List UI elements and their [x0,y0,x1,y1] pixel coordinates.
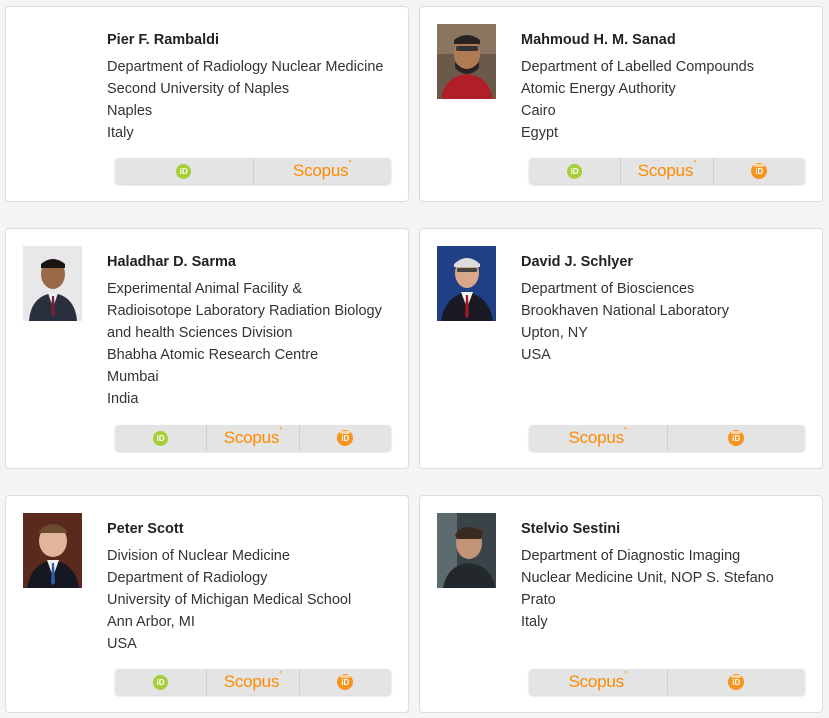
affiliation-line: Brookhaven National Laboratory [521,303,729,319]
avatar [437,513,496,588]
person-info: Mahmoud H. M. Sanad Department of Labell… [521,29,814,144]
affiliation-line: Mumbai [107,369,159,385]
publons-icon: iD [728,674,745,690]
profile-links-bar: iD Scopus° [115,158,391,184]
scopus-logo-icon: Scopus° [223,670,283,691]
avatar [23,513,82,588]
affiliation-line: Italy [107,125,134,141]
scopus-link[interactable]: Scopus° [529,669,668,695]
scopus-logo-icon: Scopus° [223,426,283,447]
affiliation-line: Experimental Animal Facility & [107,281,303,297]
person-info: Haladhar D. Sarma Experimental Animal Fa… [107,251,400,410]
profile-links-bar: iD Scopus° iD [115,425,391,451]
person-name: Pier F. Rambaldi [107,32,220,48]
orcid-link[interactable]: iD [115,425,208,451]
person-info: Pier F. Rambaldi Department of Radiology… [107,29,400,144]
publons-icon: iD [337,430,354,446]
person-card: Peter Scott Division of Nuclear Medicine… [5,495,409,713]
scopus-logo-icon: Scopus° [568,426,627,447]
avatar [23,246,82,321]
orcid-icon: iD [567,163,583,179]
person-name: David J. Schlyer [521,254,634,270]
publons-icon: iD [751,163,768,179]
profile-links-bar: Scopus° iD [529,425,805,451]
affiliation-line: Department of Labelled Compounds [521,59,754,75]
orcid-link[interactable]: iD [529,158,622,184]
avatar [437,24,496,99]
affiliation-line: Division of Nuclear Medicine [107,548,290,564]
publons-link[interactable]: iD [300,669,391,695]
person-card: Stelvio Sestini Department of Diagnostic… [419,495,823,713]
publons-icon: iD [728,430,745,446]
affiliation-line: Ann Arbor, MI [107,614,195,630]
affiliation-line: Department of Radiology [107,570,268,586]
scopus-link[interactable]: Scopus° [529,425,668,451]
affiliation-line: Egypt [521,125,559,141]
orcid-link[interactable]: iD [115,669,208,695]
affiliation-line: Naples [107,103,153,119]
affiliation-line: Upton, NY [521,325,588,341]
profile-links-bar: Scopus° iD [529,669,805,695]
affiliation-line: USA [521,347,551,363]
person-name: Mahmoud H. M. Sanad [521,32,676,48]
publons-icon: iD [337,674,354,690]
affiliation-line: USA [107,636,137,652]
orcid-icon: iD [176,163,192,179]
affiliation-line: India [107,391,139,407]
publons-link[interactable]: iD [300,425,391,451]
affiliation-line: Cairo [521,103,556,119]
scopus-logo-icon: Scopus° [568,670,627,691]
affiliation-line: Atomic Energy Authority [521,81,676,97]
orcid-icon: iD [153,674,169,690]
affiliation-line: Department of Radiology Nuclear Medicine [107,59,384,75]
orcid-icon: iD [153,430,169,446]
affiliation-line: Italy [521,614,548,630]
scopus-link[interactable]: Scopus° [207,669,300,695]
orcid-link[interactable]: iD [115,158,254,184]
person-card: David J. Schlyer Department of Bioscienc… [419,228,823,469]
affiliation-line: Bhabha Atomic Research Centre [107,347,319,363]
scopus-link[interactable]: Scopus° [621,158,714,184]
affiliation-line: Prato [521,592,556,608]
avatar [437,246,496,321]
person-name: Stelvio Sestini [521,521,621,537]
person-name: Haladhar D. Sarma [107,254,236,270]
scopus-link[interactable]: Scopus° [207,425,300,451]
profile-links-bar: iD Scopus° iD [529,158,805,184]
affiliation-line: Department of Biosciences [521,281,695,297]
affiliation-line: University of Michigan Medical School [107,592,352,608]
affiliation-line: and health Sciences Division [107,325,293,341]
person-info: Stelvio Sestini Department of Diagnostic… [521,518,814,633]
scopus-logo-icon: Scopus° [637,159,697,180]
person-info: David J. Schlyer Department of Bioscienc… [521,251,814,366]
publons-link[interactable]: iD [714,158,805,184]
person-card: Haladhar D. Sarma Experimental Animal Fa… [5,228,409,469]
person-info: Peter Scott Division of Nuclear Medicine… [107,518,400,655]
person-card: Mahmoud H. M. Sanad Department of Labell… [419,6,823,202]
publons-link[interactable]: iD [668,425,806,451]
person-name: Peter Scott [107,521,184,537]
affiliation-line: Second University of Naples [107,81,290,97]
scopus-logo-icon: Scopus° [292,159,352,180]
scopus-link[interactable]: Scopus° [254,158,392,184]
profile-links-bar: iD Scopus° iD [115,669,391,695]
affiliation-line: Department of Diagnostic Imaging [521,548,741,564]
affiliation-line: Radioisotope Laboratory Radiation Biolog… [107,303,382,319]
publons-link[interactable]: iD [668,669,806,695]
affiliation-line: Nuclear Medicine Unit, NOP S. Stefano [521,570,774,586]
person-card: Pier F. Rambaldi Department of Radiology… [5,6,409,202]
